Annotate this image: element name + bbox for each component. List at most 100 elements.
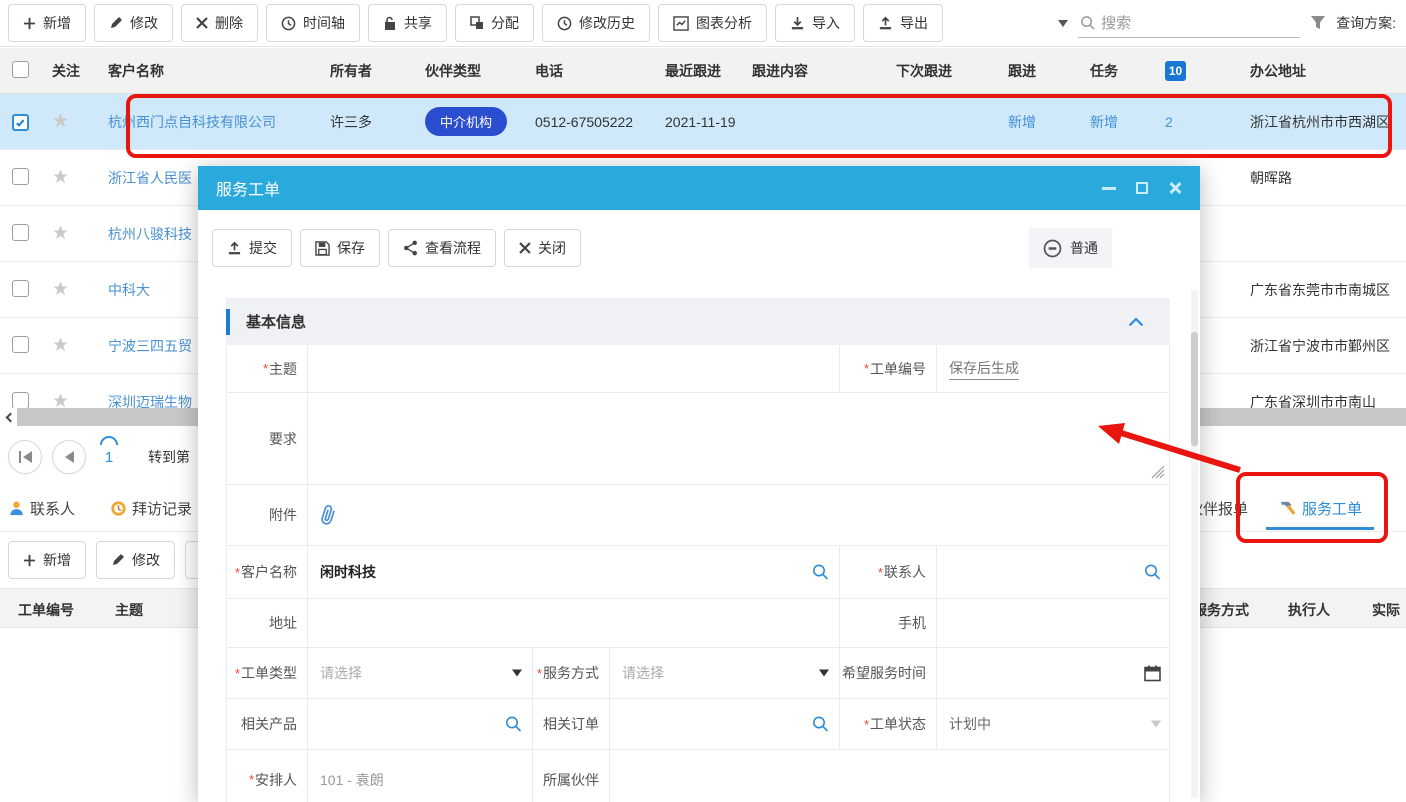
col-follow-content[interactable]: 跟进内容	[740, 61, 884, 81]
current-page[interactable]: 1	[96, 449, 122, 466]
row-checkbox[interactable]	[12, 280, 29, 297]
save-button[interactable]: 保存	[300, 229, 380, 267]
export-button[interactable]: 导出	[863, 4, 943, 42]
edit-button[interactable]: 修改	[94, 4, 173, 42]
select-all-checkbox[interactable]	[12, 61, 29, 78]
minimize-icon[interactable]	[1102, 187, 1116, 190]
search-icon[interactable]	[812, 564, 829, 581]
paperclip-icon[interactable]	[320, 504, 336, 526]
col-next-follow[interactable]: 下次跟进	[884, 61, 996, 81]
search-icon[interactable]	[812, 716, 829, 733]
partner-field[interactable]	[609, 750, 1171, 802]
col-order-no[interactable]: 工单编号	[18, 600, 74, 620]
count-link[interactable]: 2	[1165, 114, 1173, 130]
address-field[interactable]	[307, 599, 839, 647]
timeline-button[interactable]: 时间轴	[266, 4, 360, 42]
customer-name-link[interactable]: 杭州八骏科技	[108, 226, 192, 242]
close-button[interactable]: 关闭	[504, 229, 581, 267]
basic-info-section-header[interactable]: 基本信息	[226, 298, 1170, 345]
edit-button-label: 修改	[130, 13, 158, 33]
search-icon[interactable]	[505, 716, 522, 733]
customer-name-link[interactable]: 宁波三四五贸	[108, 338, 192, 354]
col-follow[interactable]: 关注	[40, 61, 96, 81]
star-icon[interactable]	[52, 167, 69, 188]
col-executor[interactable]: 执行人	[1288, 600, 1330, 620]
col-subject[interactable]: 主题	[115, 600, 143, 620]
col-task[interactable]: 任务	[1078, 61, 1153, 81]
modal-titlebar[interactable]: 服务工单	[198, 166, 1200, 210]
row-checkbox[interactable]	[12, 224, 29, 241]
calendar-icon[interactable]	[1144, 665, 1161, 682]
history-button[interactable]: 修改历史	[542, 4, 650, 42]
prev-page-button[interactable]	[52, 440, 86, 474]
resize-grip-icon[interactable]	[1151, 465, 1165, 479]
customer-name-link[interactable]: 杭州西门点自科技有限公司	[108, 114, 276, 130]
detail-add-button[interactable]: 新增	[8, 541, 86, 579]
view-flow-button[interactable]: 查看流程	[388, 229, 496, 267]
contact-field[interactable]	[936, 546, 1171, 598]
modal-scrollbar[interactable]	[1191, 290, 1198, 798]
mobile-field[interactable]	[936, 599, 1171, 647]
customer-field[interactable]: 闲时科技	[307, 546, 839, 598]
submit-button[interactable]: 提交	[212, 229, 292, 267]
table-row[interactable]: 杭州西门点自科技有限公司 许三多 中介机构 0512-67505222 2021…	[0, 94, 1406, 150]
customer-name-link[interactable]: 中科大	[108, 282, 150, 298]
chevron-left-icon	[5, 412, 15, 422]
scroll-left-button[interactable]	[0, 408, 17, 426]
requirement-field[interactable]	[307, 393, 1171, 484]
related-product-field[interactable]	[307, 699, 532, 749]
related-order-field[interactable]	[609, 699, 839, 749]
row-checkbox[interactable]	[12, 336, 29, 353]
maximize-icon[interactable]	[1136, 182, 1148, 194]
col-phone[interactable]: 电话	[523, 61, 653, 81]
delete-button[interactable]: 删除	[181, 4, 258, 42]
customer-name-link[interactable]: 深圳迈瑞生物	[108, 394, 192, 409]
col-recent-follow[interactable]: 最近跟进	[653, 61, 740, 81]
star-icon[interactable]	[52, 335, 69, 356]
filter-funnel-icon[interactable]	[1310, 15, 1326, 31]
follow-up-link[interactable]: 新增	[1008, 114, 1036, 130]
star-icon[interactable]	[52, 391, 69, 408]
service-mode-select[interactable]: 请选择	[609, 648, 839, 698]
star-icon[interactable]	[52, 111, 69, 132]
row-checkbox[interactable]	[12, 114, 29, 131]
goto-page-label: 转到第	[148, 447, 190, 467]
col-service-mode[interactable]: 服务方式	[1193, 600, 1249, 620]
search-scope-caret-icon[interactable]	[1058, 20, 1068, 27]
tab-service-orders[interactable]: 服务工单	[1278, 498, 1362, 519]
col-office-address[interactable]: 办公地址	[1238, 61, 1406, 81]
share-button[interactable]: 共享	[368, 4, 447, 42]
subject-field[interactable]	[307, 345, 839, 392]
order-status-select[interactable]: 计划中	[936, 699, 1171, 749]
search-icon[interactable]	[1144, 564, 1161, 581]
order-type-select[interactable]: 请选择	[307, 648, 532, 698]
row-checkbox[interactable]	[12, 392, 29, 409]
close-icon[interactable]	[1168, 181, 1182, 195]
import-button[interactable]: 导入	[775, 4, 855, 42]
search-input[interactable]: 搜索	[1078, 8, 1300, 38]
col-partner-type[interactable]: 伙伴类型	[413, 61, 523, 81]
star-icon[interactable]	[52, 223, 69, 244]
priority-badge[interactable]: 普通	[1029, 228, 1112, 268]
col-customer-name[interactable]: 客户名称	[96, 61, 318, 81]
modal-title: 服务工单	[216, 176, 280, 200]
col-owner[interactable]: 所有者	[318, 61, 413, 81]
query-plan-label[interactable]: 查询方案:	[1336, 13, 1396, 33]
tab-contacts[interactable]: 联系人	[8, 498, 75, 519]
modal-scrollbar-thumb[interactable]	[1191, 332, 1198, 446]
detail-edit-button[interactable]: 修改	[96, 541, 175, 579]
col-actual[interactable]: 实际	[1372, 600, 1400, 620]
chevron-up-icon[interactable]	[1128, 317, 1144, 327]
customer-name-link[interactable]: 浙江省人民医	[108, 170, 192, 186]
chart-analysis-button[interactable]: 图表分析	[658, 4, 767, 42]
add-button[interactable]: 新增	[8, 4, 86, 42]
hope-time-field[interactable]	[936, 648, 1171, 698]
tab-visit-records[interactable]: 拜访记录	[110, 498, 192, 519]
first-page-button[interactable]	[8, 440, 42, 474]
task-link[interactable]: 新增	[1090, 114, 1118, 130]
star-icon[interactable]	[52, 279, 69, 300]
assign-button[interactable]: 分配	[455, 4, 534, 42]
row-checkbox[interactable]	[12, 168, 29, 185]
col-follow-up[interactable]: 跟进	[996, 61, 1078, 81]
arranger-field[interactable]: 101 - 袁朗	[307, 750, 532, 802]
